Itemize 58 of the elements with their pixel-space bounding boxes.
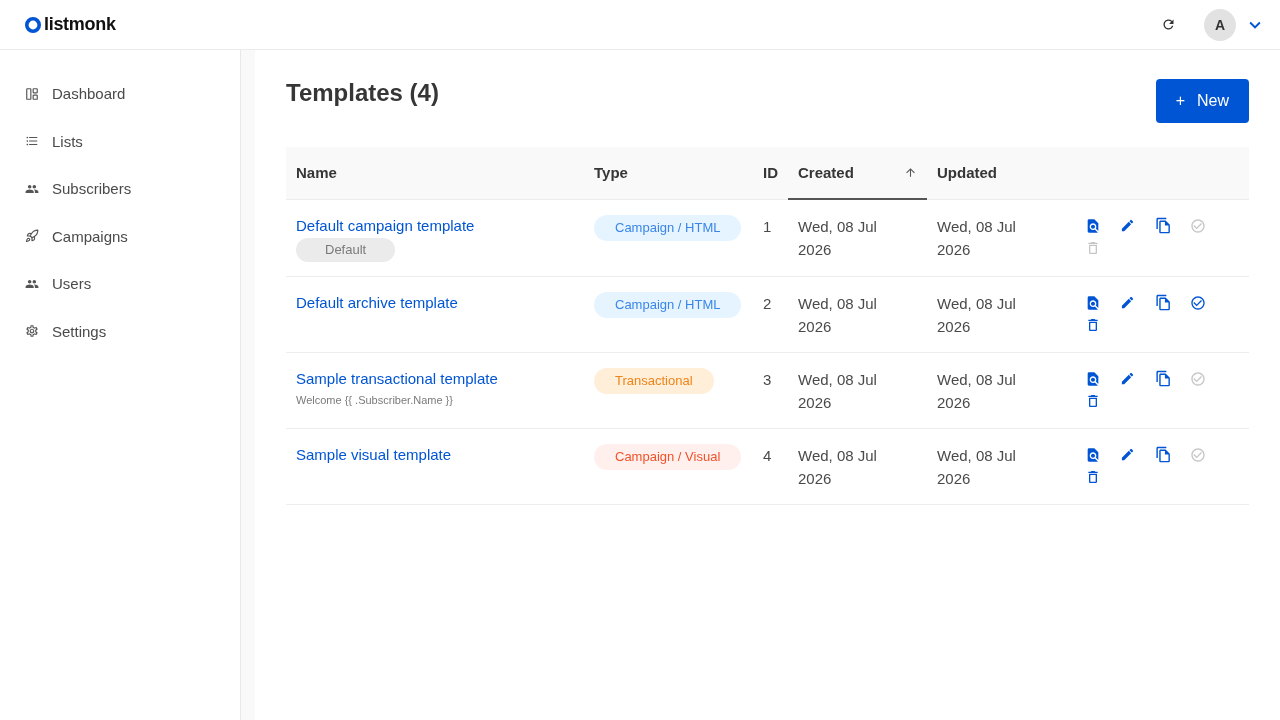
column-header[interactable]: Updated — [927, 147, 1077, 199]
trash-icon[interactable] — [1085, 468, 1101, 485]
template-link[interactable]: Default campaign template — [296, 214, 475, 237]
copy-icon[interactable] — [1155, 217, 1172, 234]
copy-icon[interactable] — [1155, 370, 1172, 387]
date-text: Wed, 08 Jul 2026 — [798, 445, 878, 489]
date-text: Wed, 08 Jul 2026 — [798, 217, 878, 260]
date-text: Wed, 08 Jul 2026 — [937, 216, 1017, 260]
copy-icon[interactable] — [1155, 446, 1172, 463]
rocket-icon — [25, 229, 39, 244]
sidebar-item[interactable]: Dashboard — [0, 70, 240, 118]
type-tag: Campaign / HTML — [594, 291, 742, 318]
pencil-icon[interactable] — [1120, 371, 1135, 386]
date-text: Wed, 08 Jul 2026 — [937, 445, 1017, 489]
pencil-icon[interactable] — [1120, 447, 1135, 462]
id-text: 2 — [763, 293, 772, 314]
pencil-icon[interactable] — [1120, 218, 1135, 233]
refresh-icon[interactable] — [1161, 17, 1176, 32]
new-button[interactable]: + New — [1155, 79, 1249, 123]
file-search-icon[interactable] — [1085, 217, 1101, 234]
page-title: Templates (4) — [286, 79, 439, 107]
date-text: Wed, 08 Jul 2026 — [937, 369, 1017, 413]
ring-logo-icon — [25, 16, 41, 33]
column-header[interactable]: Type — [584, 147, 753, 199]
date-text: Wed, 08 Jul 2026 — [798, 369, 878, 413]
template-link[interactable]: Sample transactional template — [296, 367, 498, 390]
column-header[interactable]: Created — [788, 147, 927, 199]
file-search-icon[interactable] — [1085, 294, 1101, 311]
id-text: 4 — [763, 445, 772, 466]
template-link[interactable]: Default archive template — [296, 291, 458, 314]
logo-text[interactable]: listmonk — [44, 14, 116, 35]
sidebar-item[interactable]: Campaigns — [0, 212, 240, 260]
type-tag: Campaign / HTML — [594, 214, 742, 241]
id-text: 1 — [763, 216, 772, 237]
template-link[interactable]: Sample visual template — [296, 443, 452, 466]
file-search-icon[interactable] — [1085, 446, 1101, 463]
type-tag: Campaign / Visual — [594, 443, 742, 470]
pencil-icon[interactable] — [1120, 295, 1135, 310]
arrow-up-icon — [904, 166, 917, 179]
layout-icon — [25, 86, 39, 101]
trash-icon[interactable] — [1085, 316, 1101, 333]
type-tag: Transactional — [594, 367, 714, 394]
column-header[interactable]: ID — [753, 147, 788, 199]
user-avatar[interactable]: A — [1204, 8, 1236, 41]
column-header[interactable]: Name — [286, 147, 584, 199]
subject-text: Welcome {{ .Subscriber.Name }} — [296, 392, 453, 408]
settings-icon — [25, 324, 39, 339]
id-text: 3 — [763, 369, 772, 390]
date-text: Wed, 08 Jul 2026 — [937, 293, 1017, 337]
trash-icon[interactable] — [1085, 392, 1101, 409]
date-text: Wed, 08 Jul 2026 — [798, 293, 878, 337]
sidebar-item[interactable]: Lists — [0, 117, 240, 165]
default-tag: Default — [296, 237, 396, 262]
copy-icon[interactable] — [1155, 294, 1172, 311]
file-search-icon[interactable] — [1085, 370, 1101, 387]
sidebar-item[interactable]: Settings — [0, 307, 240, 355]
sidebar-item[interactable]: Users — [0, 260, 240, 308]
sidebar-item[interactable]: Subscribers — [0, 165, 240, 213]
